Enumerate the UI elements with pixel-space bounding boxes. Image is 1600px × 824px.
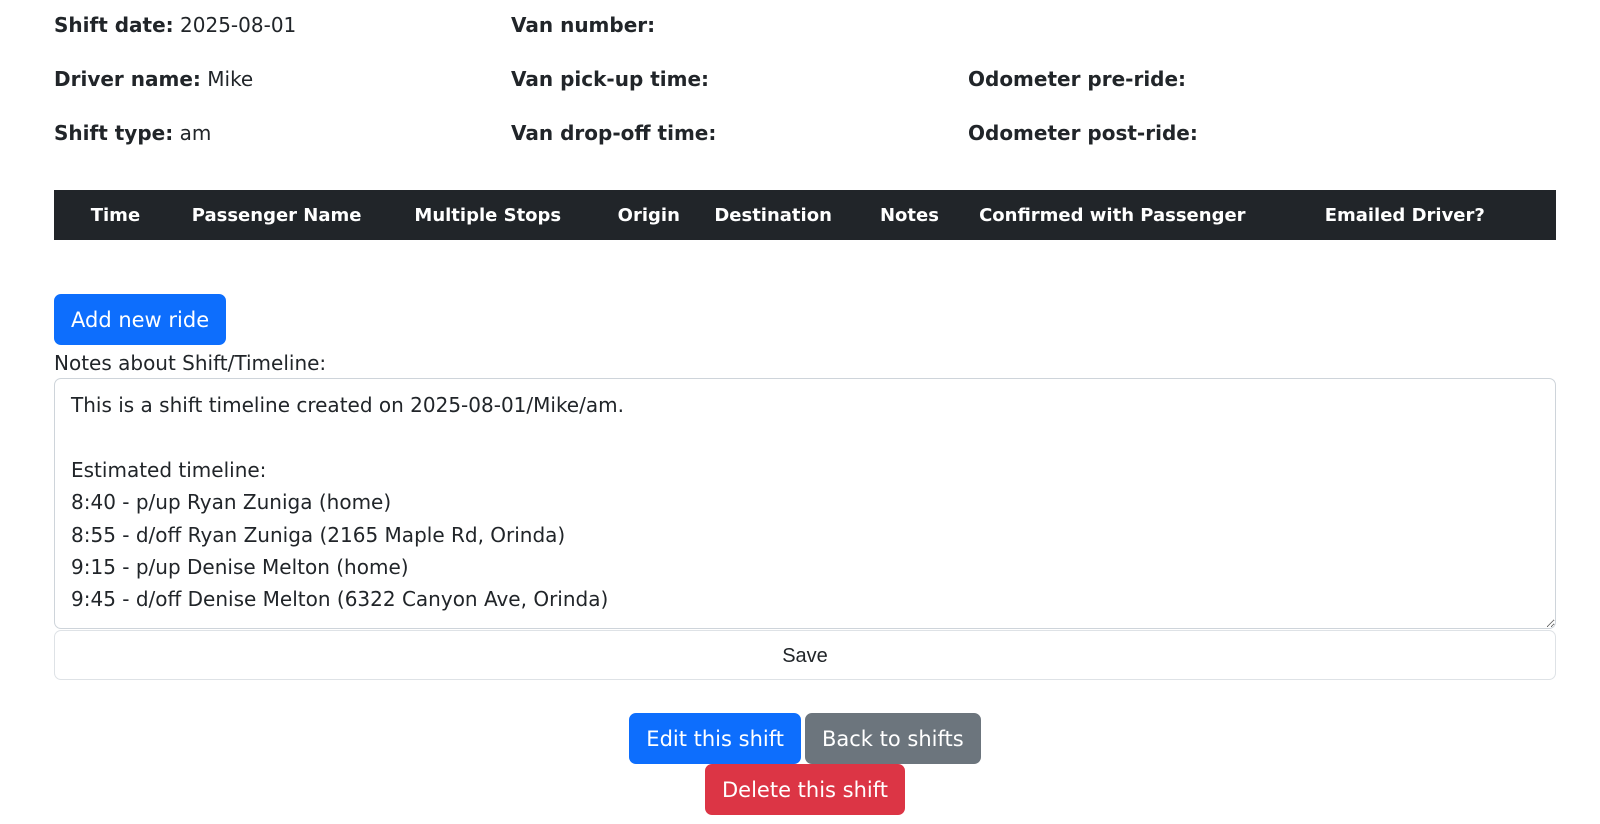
back-to-shifts-button[interactable]: Back to shifts [804, 713, 981, 764]
odometer-pre-label: Odometer pre-ride: [968, 67, 1187, 91]
shift-type-label: Shift type: [54, 121, 174, 145]
shift-type: Shift type: am [54, 120, 211, 146]
delete-action: Delete this shift [54, 764, 1556, 815]
driver-name-label: Driver name: [54, 67, 201, 91]
shift-date-value: 2025-08-01 [180, 13, 297, 37]
column-header-emailed-driver: Emailed Driver? [1253, 190, 1556, 240]
rides-table-header: Time Passenger Name Multiple Stops Origi… [54, 190, 1556, 240]
shift-notes-textarea[interactable]: This is a shift timeline created on 2025… [54, 378, 1556, 629]
shift-info: Shift date: 2025-08-01 Van number: Drive… [54, 0, 1556, 160]
column-header-destination: Destination [698, 190, 848, 240]
odometer-post-ride: Odometer post-ride: [968, 120, 1198, 146]
column-header-passenger-name: Passenger Name [176, 190, 377, 240]
column-header-multiple-stops: Multiple Stops [376, 190, 600, 240]
rides-table: Time Passenger Name Multiple Stops Origi… [54, 190, 1556, 240]
column-header-notes: Notes [847, 190, 972, 240]
shift-date: Shift date: 2025-08-01 [54, 12, 296, 38]
shift-date-label: Shift date: [54, 13, 174, 37]
rides-table-header-row: Time Passenger Name Multiple Stops Origi… [54, 190, 1556, 240]
van-dropoff-time: Van drop-off time: [511, 120, 716, 146]
van-pickup-time: Van pick-up time: [511, 66, 709, 92]
shift-detail-page: Shift date: 2025-08-01 Van number: Drive… [54, 0, 1556, 815]
delete-shift-button[interactable]: Delete this shift [704, 764, 905, 815]
driver-name: Driver name: Mike [54, 66, 253, 92]
shift-type-value: am [179, 121, 212, 145]
odometer-pre-ride: Odometer pre-ride: [968, 66, 1186, 92]
driver-name-value: Mike [207, 67, 254, 91]
add-new-ride-button[interactable]: Add new ride [54, 294, 227, 345]
column-header-time: Time [54, 190, 177, 240]
notes-label: Notes about Shift/Timeline: [54, 351, 327, 375]
odometer-post-label: Odometer post-ride: [968, 121, 1198, 145]
van-number: Van number: [511, 12, 655, 38]
shift-actions: Edit this shift Back to shifts [54, 713, 1556, 764]
van-number-label: Van number: [511, 13, 656, 37]
column-header-confirmed-with-passenger: Confirmed with Passenger [971, 190, 1254, 240]
van-pickup-label: Van pick-up time: [511, 67, 710, 91]
save-notes-button[interactable]: Save [54, 630, 1556, 680]
edit-shift-button[interactable]: Edit this shift [629, 713, 801, 764]
column-header-origin: Origin [599, 190, 699, 240]
van-dropoff-label: Van drop-off time: [511, 121, 717, 145]
